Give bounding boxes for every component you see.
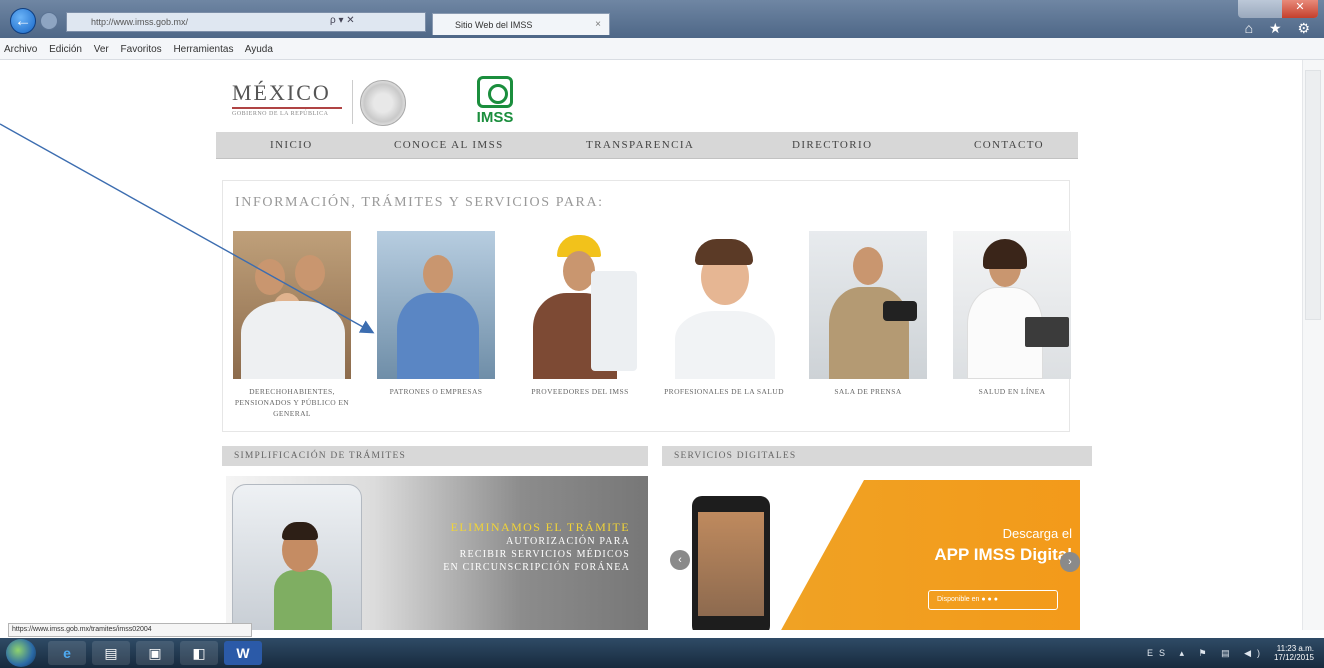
nav-transparencia[interactable]: Transparencia [586, 139, 694, 151]
carousel-prev-button[interactable]: ‹ [670, 550, 690, 570]
card-patrones[interactable]: Patrones o Empresas [375, 231, 497, 397]
section-servicios-digitales: Servicios digitales [662, 446, 1092, 466]
card-derechohabientes[interactable]: Derechohabientes, pensionados y público … [231, 231, 353, 419]
menu-archivo[interactable]: Archivo [4, 44, 37, 55]
menu-herramientas[interactable]: Herramientas [173, 44, 233, 55]
logo-divider [352, 80, 353, 124]
card-caption: Salud en línea [978, 387, 1046, 396]
ie-taskbar-icon[interactable]: e [48, 641, 86, 665]
imss-logo[interactable]: IMSS [470, 76, 520, 130]
card-profesionales[interactable]: Profesionales de la salud [663, 231, 785, 397]
media-taskbar-icon[interactable]: ▣ [136, 641, 174, 665]
card-sala-prensa[interactable]: Sala de prensa [807, 231, 929, 397]
mexico-logo[interactable]: MÉXICO GOBIERNO DE LA REPÚBLICA [232, 80, 350, 126]
vertical-scrollbar[interactable] [1302, 60, 1324, 630]
worker-photo [521, 231, 639, 379]
mexico-subtitle: GOBIERNO DE LA REPÚBLICA [232, 111, 329, 117]
tab-imss[interactable]: Sitio Web del IMSS × [432, 13, 610, 35]
taskbar: e ▤ ▣ ◧ W ES ▴ ⚑ ▤ ◀) 11:23 a.m. 17/12/2… [0, 638, 1324, 668]
mexico-word: MÉXICO [232, 80, 331, 105]
explorer-taskbar-icon[interactable]: ▤ [92, 641, 130, 665]
card-salud-linea[interactable]: Salud en línea [951, 231, 1073, 397]
photographer-photo [809, 231, 927, 379]
services-panel: Información, Trámites y Servicios para: … [222, 180, 1073, 432]
scroll-thumb[interactable] [1305, 70, 1321, 320]
forward-button[interactable] [40, 12, 58, 30]
card-caption: Derechohabientes, pensionados y público … [234, 387, 350, 418]
address-bar[interactable]: http://www.imss.gob.mx/ [66, 12, 426, 32]
carousel-next-button[interactable]: › [1060, 552, 1080, 572]
card-caption: Sala de prensa [834, 387, 902, 396]
page-content: MÉXICO GOBIERNO DE LA REPÚBLICA IMSS Ini… [0, 60, 1324, 630]
clock[interactable]: 11:23 a.m. 17/12/2015 [1274, 644, 1314, 662]
businessman-photo [377, 231, 495, 379]
phone-graphic [692, 496, 770, 630]
nav-contacto[interactable]: Contacto [974, 139, 1044, 151]
home-favorites-tools-icons[interactable]: ⌂ ★ ⚙ [1245, 20, 1316, 37]
back-button[interactable]: ← [10, 8, 36, 34]
banner-app-headline: APP IMSS Digital [934, 545, 1072, 564]
section-simplificacion: Simplificación de trámites [222, 446, 648, 466]
tab-title: Sitio Web del IMSS [455, 20, 533, 30]
window-controls[interactable]: ✕ [1238, 0, 1318, 18]
mexico-underline [232, 107, 342, 109]
store-badge[interactable]: Disponible en ● ● ● [928, 590, 1058, 610]
banner-app[interactable]: Descarga el APP IMSS Digital Disponible … [664, 480, 1080, 630]
status-url: https://www.imss.gob.mx/tramites/imss020… [8, 623, 252, 637]
banner-tramite[interactable]: Eliminamos el trámite Autorización para … [226, 476, 648, 630]
word-taskbar-icon[interactable]: W [224, 641, 262, 665]
tab-close-icon[interactable]: × [595, 19, 601, 30]
panel-heading: Información, Trámites y Servicios para: [235, 195, 604, 210]
card-caption: Profesionales de la salud [664, 387, 784, 396]
menu-favoritos[interactable]: Favoritos [121, 44, 162, 55]
nav-conoce-imss[interactable]: Conoce al IMSS [394, 139, 504, 151]
nav-directorio[interactable]: Directorio [792, 139, 872, 151]
menu-ayuda[interactable]: Ayuda [245, 44, 273, 55]
national-seal-icon [360, 80, 406, 126]
imss-emblem-icon [477, 76, 513, 108]
doctor-photo [665, 231, 783, 379]
card-caption: Proveedores del IMSS [531, 387, 629, 396]
menu-edicion[interactable]: Edición [49, 44, 82, 55]
banner-tramite-headline: Eliminamos el trámite [450, 520, 630, 534]
family-photo [233, 231, 351, 379]
card-caption: Patrones o Empresas [389, 387, 483, 396]
window-close-button[interactable]: ✕ [1282, 0, 1318, 18]
address-tools[interactable]: ρ ▾ ✕ [330, 15, 355, 26]
card-proveedores[interactable]: Proveedores del IMSS [519, 231, 641, 397]
main-nav: Inicio Conoce al IMSS Transparencia Dire… [216, 132, 1078, 159]
paint-taskbar-icon[interactable]: ◧ [180, 641, 218, 665]
menu-bar: Archivo Edición Ver Favoritos Herramient… [0, 38, 1324, 60]
browser-titlebar: ← http://www.imss.gob.mx/ ρ ▾ ✕ Sitio We… [0, 0, 1324, 38]
banner-app-text: Descarga el APP IMSS Digital [934, 526, 1072, 564]
banner-tramite-text: Eliminamos el trámite Autorización para … [443, 520, 630, 573]
nav-inicio[interactable]: Inicio [270, 139, 313, 151]
imss-logo-text: IMSS [476, 109, 514, 126]
online-doctor-photo [953, 231, 1071, 379]
system-tray-icons[interactable]: ES ▴ ⚑ ▤ ◀) [1147, 648, 1266, 659]
menu-ver[interactable]: Ver [94, 44, 109, 55]
back-arrow-icon: ← [14, 11, 32, 30]
start-button-icon[interactable] [6, 639, 36, 667]
